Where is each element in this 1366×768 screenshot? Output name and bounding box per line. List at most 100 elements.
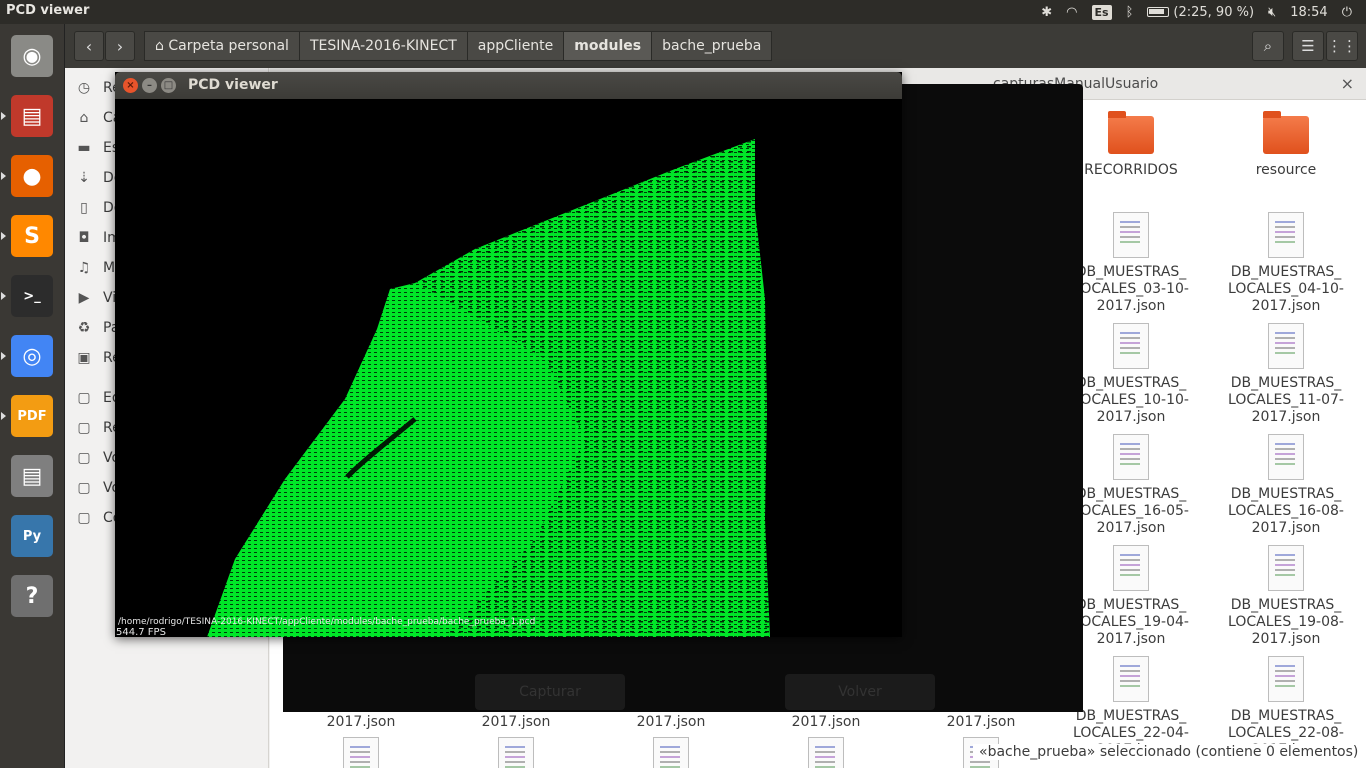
file-label: resource (1255, 162, 1317, 178)
power-icon[interactable]: ⏻ (1342, 5, 1352, 20)
file-label: DB_MUESTRAS_ LOCALES_19-08- 2017.json (1228, 597, 1344, 647)
sidebar-item[interactable]: ▣ Re (75, 346, 120, 370)
file-label: 2017.json (946, 714, 1016, 730)
dash-icon: ◉ (11, 35, 53, 77)
search-icon: ⌕ (1263, 37, 1273, 55)
sidebar-item[interactable]: ♫ M (75, 256, 115, 280)
wifi-icon[interactable]: ◠ (1066, 5, 1077, 20)
maximize-icon: □ (163, 80, 174, 91)
launcher-help[interactable]: ? (6, 570, 58, 622)
breadcrumb-item[interactable]: modules (563, 31, 653, 61)
file-item[interactable]: 2017.json (296, 714, 426, 768)
launcher-sublime-text[interactable]: S (6, 210, 58, 262)
file-item[interactable]: DB_MUESTRAS_ LOCALES_19-04- 2017.json (1066, 545, 1196, 648)
breadcrumb-item[interactable]: appCliente (466, 31, 565, 61)
python-icon: Py (11, 515, 53, 557)
sidebar-item[interactable]: ▢ Ed (75, 386, 120, 410)
sidebar-item-icon: ◷ (77, 80, 91, 96)
sidebar-item[interactable]: ▶ Vi (75, 286, 117, 310)
sidebar-item[interactable]: ◘ Im (75, 226, 120, 250)
volume-icon[interactable]: 🔇︎ (1268, 5, 1276, 20)
pcd-titlebar[interactable]: × – □ PCD viewer (115, 72, 902, 99)
minimize-window-button[interactable]: – (142, 78, 157, 93)
json-file-icon (1113, 212, 1149, 258)
back-button[interactable]: ‹ (74, 31, 104, 61)
sidebar-item[interactable]: ▬ Es (75, 136, 119, 160)
files-icon: ▤ (11, 95, 53, 137)
pcd-viewer-window: × – □ PCD viewer /home/rodrigo/TESINA-20… (115, 72, 902, 637)
file-item[interactable]: DB_MUESTRAS_ LOCALES_16-05- 2017.json (1066, 434, 1196, 537)
launcher-terminal[interactable]: >_ (6, 270, 58, 322)
breadcrumb-label: Carpeta personal (168, 38, 289, 54)
folder-item[interactable]: RECORRIDOS (1066, 111, 1196, 179)
menu-button[interactable]: ⋮⋮ (1326, 31, 1358, 61)
forward-button[interactable]: › (105, 31, 135, 61)
folder-item[interactable]: resource (1221, 111, 1351, 179)
json-file-icon (498, 737, 534, 768)
running-indicator (1, 412, 6, 420)
file-item[interactable]: DB_MUESTRAS_ LOCALES_19-08- 2017.json (1221, 545, 1351, 648)
top-panel-app-title: PCD viewer (6, 3, 90, 18)
file-item[interactable]: 2017.json (761, 714, 891, 768)
keyboard-layout-label: Es (1091, 4, 1112, 20)
capture-button[interactable]: Capturar (475, 674, 625, 710)
maximize-window-button[interactable]: □ (161, 78, 176, 93)
chrome-icon: ◎ (11, 335, 53, 377)
file-item[interactable]: 2017.json (451, 714, 581, 768)
back-button-capture[interactable]: Volver (785, 674, 935, 710)
search-button[interactable]: ⌕ (1252, 31, 1284, 61)
file-item[interactable]: DB_MUESTRAS_ LOCALES_11-07- 2017.json (1221, 323, 1351, 426)
battery-indicator[interactable]: (2:25, 90 %) (1147, 5, 1254, 20)
launcher-python[interactable]: Py (6, 510, 58, 562)
launcher-dash[interactable]: ◉ (6, 30, 58, 82)
close-window-button[interactable]: × (123, 78, 138, 93)
breadcrumb-item[interactable]: TESINA-2016-KINECT (298, 31, 468, 61)
point-cloud-canvas[interactable]: /home/rodrigo/TESINA-2016-KINECT/appClie… (115, 99, 902, 637)
json-file-icon (343, 737, 379, 768)
json-file-icon (1113, 434, 1149, 480)
bluetooth-status-icon[interactable]: ᛒ (1126, 5, 1134, 20)
status-bar: «bache_prueba» seleccionado (contiene 0 … (973, 744, 1365, 760)
sidebar-item-icon: ⇣ (78, 170, 90, 186)
file-item[interactable]: DB_MUESTRAS_ LOCALES_03-10- 2017.json (1066, 212, 1196, 315)
launcher-files[interactable]: ▤ (6, 90, 58, 142)
file-manager-toolbar: ‹ › ⌂ Carpeta personal TESINA-2016-KINECT… (65, 24, 1366, 68)
sidebar-item[interactable]: ▢ Vo (75, 476, 120, 500)
json-file-icon (808, 737, 844, 768)
breadcrumb-item[interactable]: bache_prueba (651, 31, 773, 61)
file-label: RECORRIDOS (1084, 162, 1178, 178)
help-icon: ? (11, 575, 53, 617)
sidebar-item[interactable]: ▢ Vo (75, 446, 120, 470)
breadcrumb-item[interactable]: ⌂ Carpeta personal (144, 31, 300, 61)
pcd-file-path: /home/rodrigo/TESINA-2016-KINECT/appClie… (118, 617, 536, 627)
launcher-chrome[interactable]: ◎ (6, 330, 58, 382)
file-label: 2017.json (326, 714, 396, 730)
sidebar-item[interactable]: ◷ Re (75, 76, 121, 100)
launcher-foxit-pdf[interactable]: PDF (6, 390, 58, 442)
file-label: DB_MUESTRAS_ LOCALES_03-10- 2017.json (1073, 264, 1189, 314)
file-item[interactable]: DB_MUESTRAS_ LOCALES_16-08- 2017.json (1221, 434, 1351, 537)
sublime-text-icon: S (11, 215, 53, 257)
launcher-firefox[interactable]: ● (6, 150, 58, 202)
point-cloud-render (207, 139, 770, 637)
sidebar-item[interactable]: ▢ Re (75, 416, 120, 440)
json-file-icon (653, 737, 689, 768)
json-file-icon (1268, 212, 1304, 258)
json-file-icon (1268, 656, 1304, 702)
close-icon[interactable]: × (1341, 74, 1354, 93)
pcd-window-title: PCD viewer (188, 77, 278, 93)
keyboard-layout-indicator[interactable]: Es (1091, 4, 1112, 20)
sidebar-item-icon: ◘ (78, 230, 90, 246)
launcher-files-2[interactable]: ▤ (6, 450, 58, 502)
file-item[interactable]: DB_MUESTRAS_ LOCALES_10-10- 2017.json (1066, 323, 1196, 426)
foxit-pdf-icon: PDF (11, 395, 53, 437)
list-view-button[interactable]: ☰ (1292, 31, 1324, 61)
file-label: DB_MUESTRAS_ LOCALES_10-10- 2017.json (1073, 375, 1189, 425)
file-item[interactable]: DB_MUESTRAS_ LOCALES_04-10- 2017.json (1221, 212, 1351, 315)
sidebar-item[interactable]: ♻ Pa (75, 316, 120, 340)
clock[interactable]: 18:54 (1290, 5, 1327, 20)
close-icon: × (126, 80, 135, 91)
file-item[interactable]: 2017.json (606, 714, 736, 768)
bluetooth-icon[interactable]: ✱ (1041, 5, 1052, 20)
sidebar-item-icon: ♫ (77, 260, 91, 276)
